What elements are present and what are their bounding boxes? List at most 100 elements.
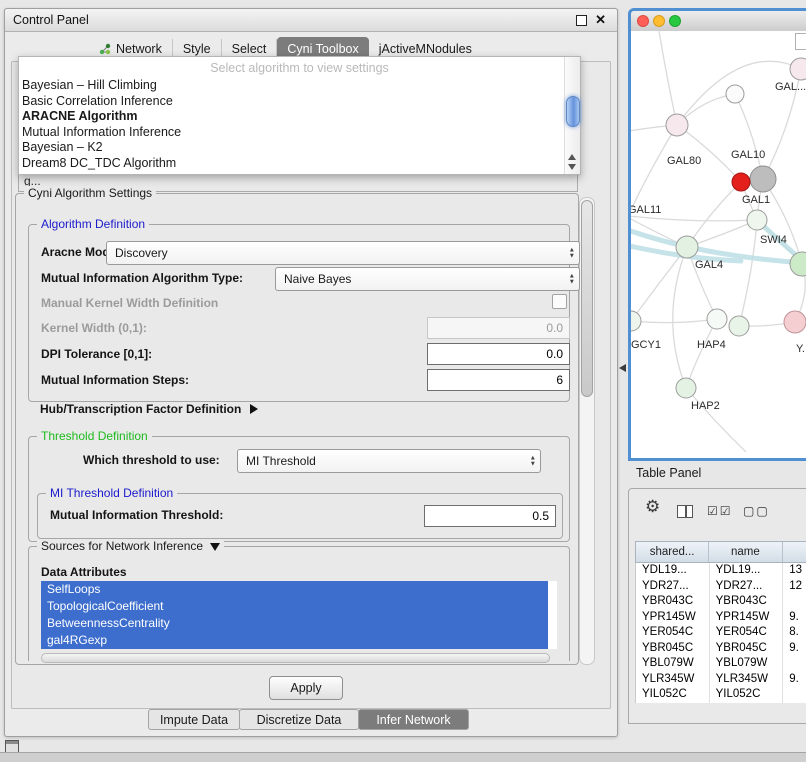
mi-steps-field[interactable] <box>427 369 570 391</box>
table-cell[interactable]: YBR043C <box>636 594 710 610</box>
gear-icon[interactable]: ⚙ <box>645 497 660 517</box>
minimize-traffic-light[interactable] <box>653 15 665 27</box>
table-cell[interactable]: 8. <box>783 625 806 641</box>
table-cell[interactable]: YER054C <box>710 625 784 641</box>
table-cell[interactable]: YDL19... <box>636 563 710 579</box>
table-cell[interactable]: YLR345W <box>636 672 710 688</box>
sources-group-title[interactable]: Sources for Network Inference <box>37 539 224 553</box>
kernel-width-field[interactable] <box>427 317 570 339</box>
aracne-mode-select[interactable]: Discovery <box>106 241 580 265</box>
select-all-columns-icon[interactable]: ☑☑ <box>707 504 733 518</box>
dropdown-scrollbar-thumb[interactable] <box>566 96 580 127</box>
dropdown-item[interactable]: Basic Correlation Inference <box>19 94 580 110</box>
table-row[interactable]: YPR145WYPR145W9. <box>636 610 806 626</box>
dropdown-item[interactable]: Bayesian – K2 <box>19 140 580 156</box>
table-cell[interactable]: YLR345W <box>710 672 784 688</box>
table-cell[interactable] <box>783 656 806 672</box>
tab-impute-data[interactable]: Impute Data <box>148 709 240 730</box>
table-cell[interactable] <box>783 687 806 703</box>
canvas-scrollbar-fragment[interactable] <box>795 33 806 50</box>
columns-icon[interactable] <box>677 505 693 518</box>
which-threshold-select[interactable]: MI Threshold <box>237 449 541 473</box>
table-row[interactable]: YDR27...YDR27...12 <box>636 579 806 595</box>
network-node[interactable] <box>726 85 744 103</box>
table-cell[interactable]: YDR27... <box>636 579 710 595</box>
attribute-item[interactable]: BetweennessCentrality <box>41 615 548 632</box>
attribute-item[interactable]: gal4RGexp <box>41 632 548 649</box>
table-cell[interactable]: YPR145W <box>710 610 784 626</box>
table-cell[interactable]: 9. <box>783 610 806 626</box>
table-cell[interactable]: YBL079W <box>636 656 710 672</box>
table-cell[interactable]: YIL052C <box>710 687 784 703</box>
network-node[interactable] <box>750 166 776 192</box>
table-row[interactable]: YBR043CYBR043C <box>636 594 806 610</box>
expand-right-icon[interactable] <box>250 404 263 414</box>
table-cell[interactable] <box>783 594 806 610</box>
table-cell[interactable]: 9. <box>783 672 806 688</box>
network-node[interactable] <box>666 114 688 136</box>
dropdown-item-selected[interactable]: ARACNE Algorithm <box>19 109 580 125</box>
network-node[interactable] <box>784 311 806 333</box>
settings-scrollbar[interactable] <box>579 197 595 665</box>
table-row[interactable]: YDL19...YDL19...13 <box>636 563 806 579</box>
network-node[interactable] <box>676 378 696 398</box>
table-row[interactable]: YIL052CYIL052C <box>636 687 806 703</box>
table-cell[interactable]: YER054C <box>636 625 710 641</box>
network-node[interactable] <box>732 173 750 191</box>
collapse-down-icon[interactable] <box>210 543 220 556</box>
network-node[interactable] <box>747 210 767 230</box>
scroll-down-icon[interactable] <box>568 164 576 170</box>
manual-kernel-checkbox[interactable] <box>552 294 567 309</box>
hub-definition-expander[interactable]: Hub/Transcription Factor Definition <box>40 400 263 418</box>
network-node[interactable] <box>676 236 698 258</box>
table-cell[interactable]: 12 <box>783 579 806 595</box>
table-cell[interactable]: YBR043C <box>710 594 784 610</box>
panel-collapse-arrow-icon[interactable] <box>615 364 626 372</box>
highlighted-edges[interactable] <box>631 220 806 283</box>
table-cell[interactable]: YDR27... <box>710 579 784 595</box>
table-cell[interactable]: 13 <box>783 563 806 579</box>
dropdown-item[interactable]: Dream8 DC_TDC Algorithm <box>19 156 580 172</box>
tab-discretize-data[interactable]: Discretize Data <box>239 709 359 730</box>
dropdown-scrollbar[interactable] <box>564 57 580 174</box>
mi-threshold-field[interactable] <box>424 505 556 527</box>
settings-scrollbar-thumb[interactable] <box>581 200 593 397</box>
network-node[interactable] <box>790 58 806 80</box>
network-node[interactable] <box>790 252 806 276</box>
dpi-tolerance-field[interactable] <box>427 343 570 365</box>
close-icon[interactable]: ✕ <box>595 12 606 28</box>
dropdown-item[interactable]: Mutual Information Inference <box>19 125 580 141</box>
mi-algorithm-select[interactable]: Naive Bayes <box>275 267 580 291</box>
table-cell[interactable]: YIL052C <box>636 687 710 703</box>
table-row[interactable]: YBR045CYBR045C9. <box>636 641 806 657</box>
table-cell[interactable]: 9. <box>783 641 806 657</box>
attribute-item[interactable]: TopologicalCoefficient <box>41 598 548 615</box>
close-traffic-light[interactable] <box>637 15 649 27</box>
attribute-item[interactable]: SelfLoops <box>41 581 548 598</box>
data-attributes-list[interactable]: SelfLoops TopologicalCoefficient Between… <box>41 581 557 649</box>
network-canvas[interactable]: GAL80 GAL... GAL10 GAL11 GAL1 SWI4 GAL4 … <box>631 31 806 452</box>
network-node[interactable] <box>707 309 727 329</box>
table-cell[interactable]: YPR145W <box>636 610 710 626</box>
dropdown-item[interactable]: Bayesian – Hill Climbing <box>19 78 580 94</box>
attributes-hscrollbar[interactable] <box>41 653 550 663</box>
table-row[interactable]: YBL079WYBL079W <box>636 656 806 672</box>
table-cell[interactable]: YBR045C <box>710 641 784 657</box>
table-cell[interactable]: YDL19... <box>710 563 784 579</box>
table-body[interactable]: YDL19...YDL19...13 YDR27...YDR27...12 YB… <box>635 563 806 703</box>
table-cell[interactable]: YBL079W <box>710 656 784 672</box>
column-header[interactable]: shared... <box>636 542 709 562</box>
apply-button[interactable]: Apply <box>269 676 343 700</box>
table-row[interactable]: YER054CYER054C8. <box>636 625 806 641</box>
network-window-titlebar[interactable] <box>631 11 806 32</box>
column-header[interactable] <box>783 542 806 562</box>
unselect-all-columns-icon[interactable]: ▢▢ <box>743 504 770 518</box>
float-window-icon[interactable] <box>576 15 587 26</box>
control-panel-titlebar[interactable]: Control Panel ✕ <box>5 9 617 32</box>
scroll-up-icon[interactable] <box>568 154 576 160</box>
table-cell[interactable]: YBR045C <box>636 641 710 657</box>
network-node[interactable] <box>729 316 749 336</box>
column-header[interactable]: name <box>709 542 782 562</box>
table-row[interactable]: YLR345WYLR345W9. <box>636 672 806 688</box>
network-node[interactable] <box>631 311 641 331</box>
